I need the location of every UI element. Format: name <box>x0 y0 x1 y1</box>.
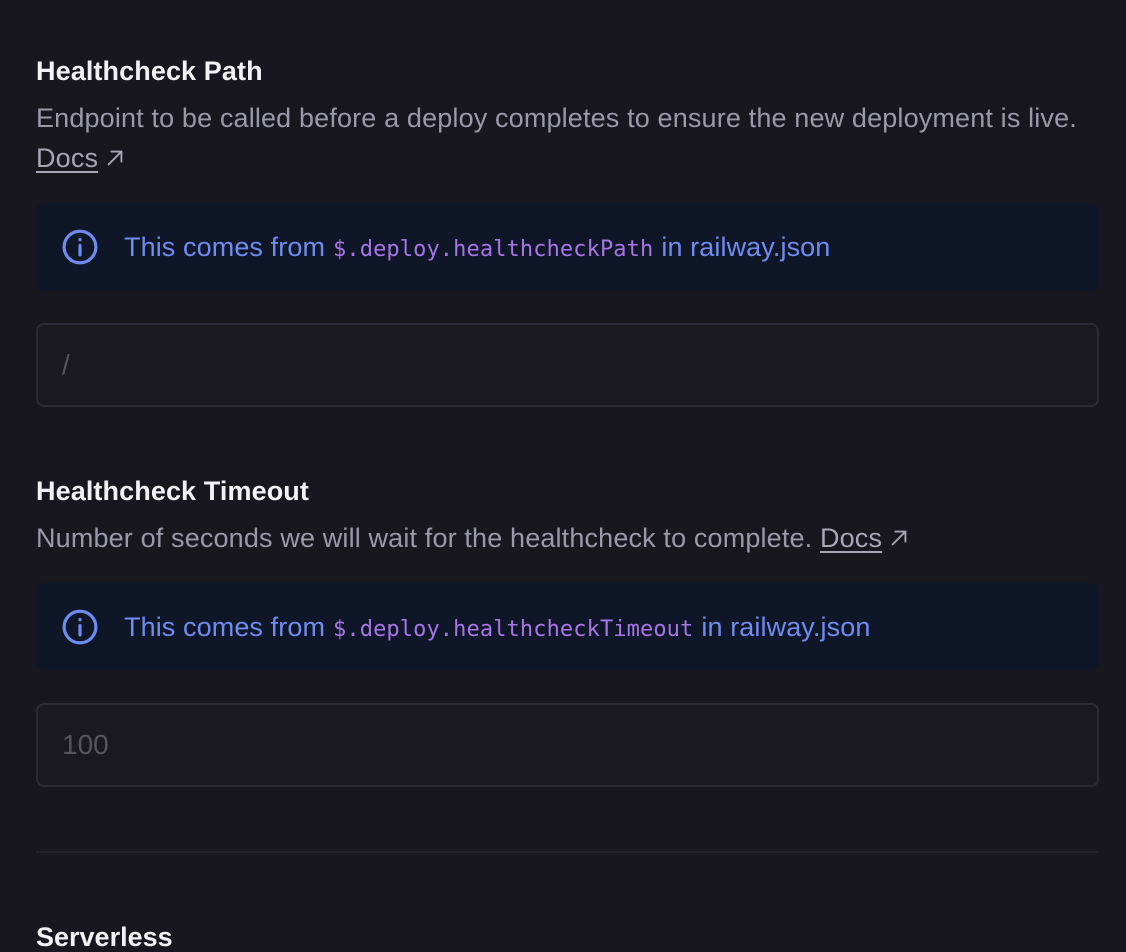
section-divider <box>36 851 1099 853</box>
healthcheck-timeout-docs-link[interactable]: Docs <box>820 523 882 553</box>
healthcheck-path-title: Healthcheck Path <box>36 56 263 86</box>
settings-page: Healthcheck Path Endpoint to be called b… <box>0 0 1126 952</box>
healthcheck-timeout-title: Healthcheck Timeout <box>36 476 309 506</box>
info-icon <box>62 609 98 645</box>
external-link-icon[interactable] <box>888 527 910 549</box>
callout-suffix: in railway.json <box>661 231 831 262</box>
healthcheck-path-source-callout: This comes from $.deploy.healthcheckPath i… <box>36 203 1099 291</box>
callout-config-path: $.deploy.healthcheckTimeout <box>333 616 694 642</box>
healthcheck-timeout-description-text: Number of seconds we will wait for the h… <box>36 523 813 553</box>
callout-config-path: $.deploy.healthcheckPath <box>333 236 654 262</box>
healthcheck-timeout-description: Number of seconds we will wait for the h… <box>36 518 1099 558</box>
healthcheck-path-callout-text: This comes from $.deploy.healthcheckPath i… <box>124 232 830 263</box>
callout-prefix: This comes from <box>124 611 326 642</box>
healthcheck-timeout-section: Healthcheck Timeout Number of seconds we… <box>36 474 1099 558</box>
callout-suffix: in railway.json <box>701 611 871 642</box>
info-icon <box>62 229 98 265</box>
callout-prefix: This comes from <box>124 231 326 262</box>
healthcheck-path-input[interactable] <box>36 323 1099 407</box>
healthcheck-path-description-text: Endpoint to be called before a deploy co… <box>36 103 1077 133</box>
healthcheck-timeout-source-callout: This comes from $.deploy.healthcheckTimeo… <box>36 583 1099 671</box>
healthcheck-timeout-callout-text: This comes from $.deploy.healthcheckTimeo… <box>124 612 870 643</box>
healthcheck-path-docs-link[interactable]: Docs <box>36 143 98 173</box>
healthcheck-path-description: Endpoint to be called before a deploy co… <box>36 98 1099 178</box>
serverless-title: Serverless <box>36 922 173 952</box>
healthcheck-path-section: Healthcheck Path Endpoint to be called b… <box>36 54 1099 178</box>
healthcheck-timeout-input[interactable] <box>36 703 1099 787</box>
external-link-icon[interactable] <box>104 147 126 169</box>
